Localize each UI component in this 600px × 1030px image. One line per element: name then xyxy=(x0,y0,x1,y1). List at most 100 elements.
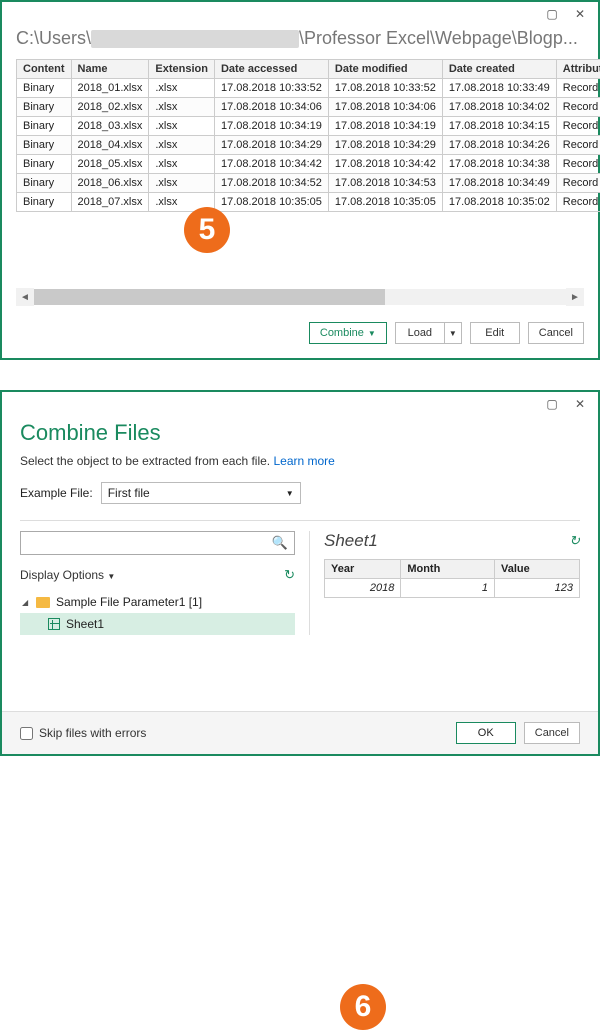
collapse-icon[interactable]: ◢ xyxy=(22,598,30,607)
cell-content: Binary xyxy=(17,117,72,136)
search-icon: 🔍 xyxy=(272,535,288,551)
col-date-accessed[interactable]: Date accessed xyxy=(214,60,328,79)
tree-leaf-label: Sheet1 xyxy=(66,617,104,631)
table-row[interactable]: Binary2018_03.xlsx.xlsx17.08.2018 10:34:… xyxy=(17,117,600,136)
scroll-left-button[interactable]: ◄ xyxy=(16,288,34,306)
step-marker-6: 6 xyxy=(340,984,386,1030)
chevron-down-icon: ▼ xyxy=(107,572,115,581)
cell-attr: Record xyxy=(556,155,600,174)
close-button[interactable]: ✕ xyxy=(570,6,590,22)
col-extension[interactable]: Extension xyxy=(149,60,215,79)
cell-da: 17.08.2018 10:34:19 xyxy=(214,117,328,136)
cell-content: Binary xyxy=(17,79,72,98)
cell-content: Binary xyxy=(17,174,72,193)
prev-col-value[interactable]: Value xyxy=(494,560,579,579)
cell-da: 17.08.2018 10:33:52 xyxy=(214,79,328,98)
preview-row[interactable]: 2018 1 123 xyxy=(325,579,580,598)
prev-col-month[interactable]: Month xyxy=(401,560,495,579)
prev-col-year[interactable]: Year xyxy=(325,560,401,579)
scroll-thumb[interactable] xyxy=(34,289,385,305)
cell-content: Binary xyxy=(17,193,72,212)
ok-button[interactable]: OK xyxy=(456,722,516,744)
cell-name: 2018_01.xlsx xyxy=(71,79,149,98)
cell-month: 1 xyxy=(401,579,495,598)
cell-name: 2018_07.xlsx xyxy=(71,193,149,212)
table-row[interactable]: Binary2018_06.xlsx.xlsx17.08.2018 10:34:… xyxy=(17,174,600,193)
file-table: Content Name Extension Date accessed Dat… xyxy=(16,59,600,212)
display-options-row: Display Options ▼ ↻ xyxy=(20,565,295,591)
tree-root-item[interactable]: ◢ Sample File Parameter1 [1] xyxy=(20,591,295,613)
combine-button[interactable]: Combine▼ xyxy=(309,322,387,344)
cell-name: 2018_06.xlsx xyxy=(71,174,149,193)
cancel-button[interactable]: Cancel xyxy=(524,722,580,744)
table-row[interactable]: Binary2018_05.xlsx.xlsx17.08.2018 10:34:… xyxy=(17,155,600,174)
cell-content: Binary xyxy=(17,155,72,174)
cell-dc: 17.08.2018 10:34:38 xyxy=(442,155,556,174)
cell-name: 2018_02.xlsx xyxy=(71,98,149,117)
cell-attr: Record xyxy=(556,193,600,212)
window-controls: ▢ ✕ xyxy=(2,392,598,414)
cell-value: 123 xyxy=(494,579,579,598)
col-date-created[interactable]: Date created xyxy=(442,60,556,79)
search-input[interactable]: 🔍 xyxy=(20,531,295,555)
cell-da: 17.08.2018 10:34:52 xyxy=(214,174,328,193)
cell-dm: 17.08.2018 10:34:42 xyxy=(328,155,442,174)
load-dropdown-button[interactable]: ▼ xyxy=(445,322,462,344)
load-button[interactable]: Load xyxy=(395,322,445,344)
cell-attr: Record xyxy=(556,136,600,155)
skip-errors-label: Skip files with errors xyxy=(39,726,146,740)
learn-more-link[interactable]: Learn more xyxy=(273,454,334,468)
dialog-buttons: Combine▼ Load ▼ Edit Cancel xyxy=(2,316,598,358)
cell-da: 17.08.2018 10:34:42 xyxy=(214,155,328,174)
tree-leaf-item[interactable]: Sheet1 xyxy=(20,613,295,635)
col-content[interactable]: Content xyxy=(17,60,72,79)
col-attributes[interactable]: Attributes xyxy=(556,60,600,79)
dialog-title: Combine Files xyxy=(2,414,598,454)
close-button[interactable]: ✕ xyxy=(570,396,590,412)
table-row[interactable]: Binary2018_01.xlsx.xlsx17.08.2018 10:33:… xyxy=(17,79,600,98)
path-prefix: C:\Users\ xyxy=(16,28,91,48)
chevron-down-icon: ▼ xyxy=(368,329,376,338)
preview-dialog: ▢ ✕ C:\Users\ \Professor Excel\Webpage\Bl… xyxy=(0,0,600,360)
dialog-subtitle: Select the object to be extracted from e… xyxy=(2,454,598,482)
display-options-button[interactable]: Display Options ▼ xyxy=(20,568,115,582)
preview-title: Sheet1 xyxy=(324,531,378,551)
chevron-down-icon: ▼ xyxy=(449,329,457,338)
cancel-button[interactable]: Cancel xyxy=(528,322,584,344)
horizontal-scrollbar[interactable]: ◄ ► xyxy=(16,288,584,306)
path-header: C:\Users\ \Professor Excel\Webpage\Blogp.… xyxy=(2,24,598,59)
maximize-button[interactable]: ▢ xyxy=(542,396,562,412)
table-row[interactable]: Binary2018_02.xlsx.xlsx17.08.2018 10:34:… xyxy=(17,98,600,117)
skip-errors-input[interactable] xyxy=(20,727,33,740)
cell-attr: Record xyxy=(556,98,600,117)
cell-name: 2018_03.xlsx xyxy=(71,117,149,136)
table-row[interactable]: Binary2018_04.xlsx.xlsx17.08.2018 10:34:… xyxy=(17,136,600,155)
cell-da: 17.08.2018 10:35:05 xyxy=(214,193,328,212)
refresh-icon[interactable]: ↻ xyxy=(284,567,295,583)
cell-content: Binary xyxy=(17,136,72,155)
tree-root-label: Sample File Parameter1 [1] xyxy=(56,595,202,609)
col-date-modified[interactable]: Date modified xyxy=(328,60,442,79)
skip-errors-checkbox[interactable]: Skip files with errors xyxy=(20,726,146,740)
cell-dc: 17.08.2018 10:33:49 xyxy=(442,79,556,98)
refresh-preview-icon[interactable]: ↻ xyxy=(569,533,580,549)
cell-dm: 17.08.2018 10:33:52 xyxy=(328,79,442,98)
example-file-label: Example File: xyxy=(20,486,93,500)
cell-attr: Record xyxy=(556,79,600,98)
edit-button[interactable]: Edit xyxy=(470,322,520,344)
cell-dm: 17.08.2018 10:35:05 xyxy=(328,193,442,212)
cell-dm: 17.08.2018 10:34:19 xyxy=(328,117,442,136)
combine-files-dialog: ▢ ✕ Combine Files Select the object to b… xyxy=(0,390,600,756)
example-file-select[interactable]: First file ▼ xyxy=(101,482,301,504)
table-row[interactable]: Binary2018_07.xlsx.xlsx17.08.2018 10:35:… xyxy=(17,193,600,212)
scroll-track[interactable] xyxy=(34,289,566,305)
maximize-button[interactable]: ▢ xyxy=(542,6,562,22)
cell-dc: 17.08.2018 10:35:02 xyxy=(442,193,556,212)
col-name[interactable]: Name xyxy=(71,60,149,79)
scroll-right-button[interactable]: ► xyxy=(566,288,584,306)
path-suffix: \Professor Excel\Webpage\Blogp... xyxy=(299,28,578,48)
preview-table: Year Month Value 2018 1 123 xyxy=(324,559,580,598)
cell-attr: Record xyxy=(556,174,600,193)
sheet-icon xyxy=(48,618,60,630)
cell-dm: 17.08.2018 10:34:29 xyxy=(328,136,442,155)
